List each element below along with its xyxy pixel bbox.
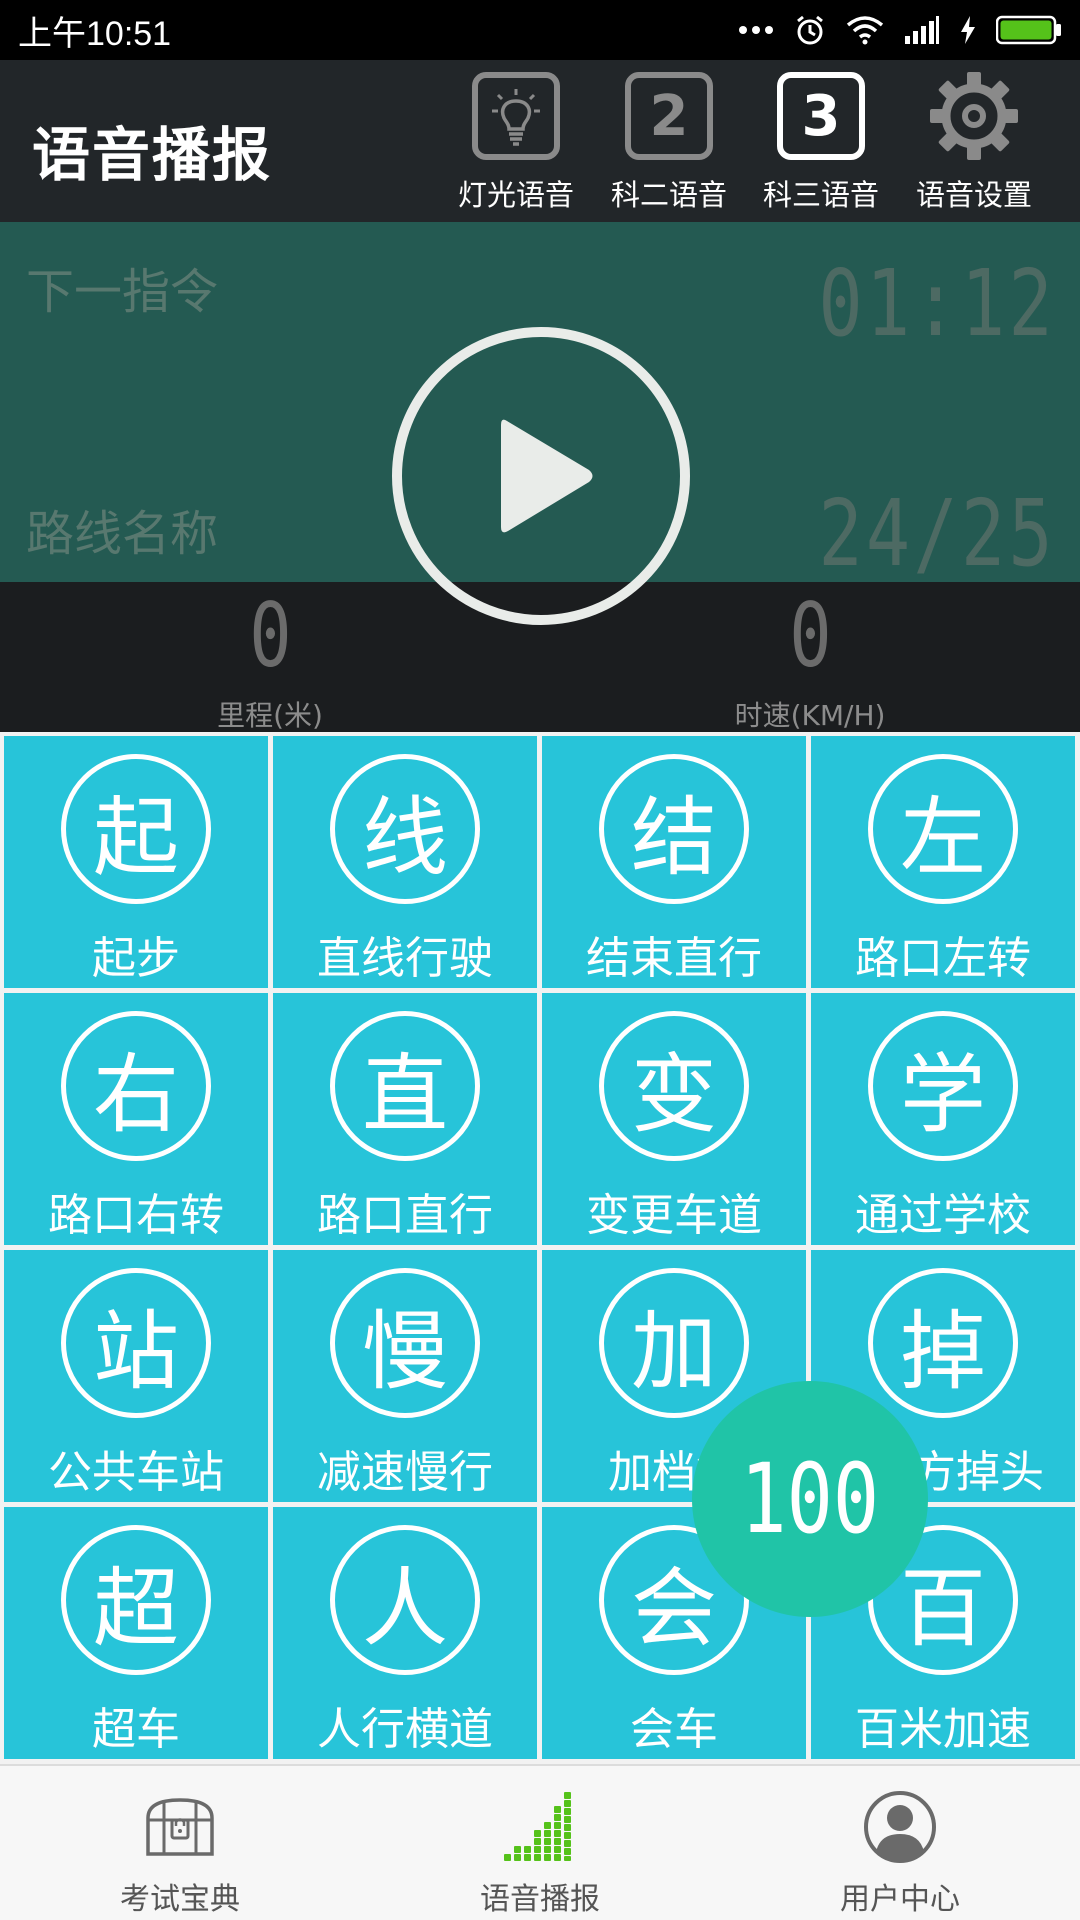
tab-voice-settings[interactable]: 语音设置 [904,70,1044,215]
route-name-label: 路线名称 [26,506,219,562]
tile-glyph: 左 [868,754,1018,904]
tile-glyph: 起 [61,754,211,904]
app-header: 语音播报 灯光语音 2 科二语音 3 科三语音 语音设置 [0,60,1080,222]
tile-glyph: 线 [330,754,480,904]
command-tile-slow-down[interactable]: 慢减速慢行 [273,1250,537,1502]
treasure-chest-icon [140,1790,220,1864]
tile-glyph: 直 [330,1011,480,1161]
tile-label: 结束直行 [586,933,762,984]
number-three-icon: 3 [775,70,867,162]
tab-label: 科三语音 [762,178,879,212]
nav-item-exam-guide[interactable]: 考试宝典 [0,1766,360,1920]
tile-glyph: 结 [599,754,749,904]
tile-label: 会车 [630,1704,718,1755]
command-tile-crosswalk[interactable]: 人人行横道 [273,1507,537,1759]
floating-speed-button[interactable]: 100 [692,1381,928,1617]
play-button[interactable] [392,327,690,625]
bottom-nav: 考试宝典 语音播报 用户中心 [0,1764,1080,1920]
command-tile-start[interactable]: 起起步 [4,736,268,988]
speed-label: 时速(KM/H) [734,699,886,732]
tile-glyph: 学 [868,1011,1018,1161]
tab-label: 灯光语音 [457,178,574,212]
command-tile-overtake[interactable]: 超超车 [4,1507,268,1759]
play-icon [501,419,593,533]
tile-label: 人行横道 [317,1704,493,1755]
tile-label: 通过学校 [855,1190,1031,1241]
tile-label: 减速慢行 [317,1447,493,1498]
tile-label: 公共车站 [48,1447,224,1498]
tile-glyph: 掉 [868,1268,1018,1418]
signal-bars-icon [500,1790,580,1864]
command-tile-straight[interactable]: 线直线行驶 [273,736,537,988]
floating-speed-value: 100 [740,1443,880,1555]
tile-label: 方掉头 [912,1447,1044,1498]
status-icons [738,14,1062,46]
page-title: 语音播报 [32,121,273,189]
command-tile-change-lane[interactable]: 变变更车道 [542,993,806,1245]
battery-icon [996,15,1061,45]
charging-icon [961,16,975,44]
alarm-icon [797,15,823,45]
speed-value: 0 [788,584,832,687]
nav-item-voice-broadcast[interactable]: 语音播报 [360,1766,720,1920]
voice-command-grid: 起起步 线直线行驶 结结束直行 左路口左转 右路口右转 直路口直行 变变更车道 … [0,732,1080,1764]
number-two-icon: 2 [623,70,715,162]
gear-icon [928,70,1020,162]
nav-item-user-center[interactable]: 用户中心 [720,1766,1080,1920]
tile-label: 变更车道 [586,1190,762,1241]
status-time: 上午10:51 [18,14,172,53]
distance-readout: 0 里程(米) [120,582,420,733]
distance-value: 0 [248,584,292,687]
nav-label: 语音播报 [480,1882,600,1917]
tile-glyph: 人 [330,1525,480,1675]
tab-subject-three-voice[interactable]: 3 科三语音 [751,70,891,215]
tile-glyph: 站 [61,1268,211,1418]
cell-signal-icon [905,16,939,44]
more-dots-icon [739,26,773,34]
tab-subject-two-voice[interactable]: 2 科二语音 [599,70,739,215]
light-bulb-icon [470,70,562,162]
tile-glyph: 慢 [330,1268,480,1418]
route-progress: 24/25 [818,480,1056,587]
tile-label: 路口直行 [317,1190,493,1241]
tile-glyph: 加 [599,1268,749,1418]
elapsed-time: 01:12 [818,250,1056,357]
tile-glyph: 超 [61,1525,211,1675]
command-tile-right-turn[interactable]: 右路口右转 [4,993,268,1245]
wifi-icon [846,16,884,45]
tile-label: 路口左转 [855,933,1031,984]
tile-label: 超车 [92,1704,180,1755]
command-tile-left-turn[interactable]: 左路口左转 [811,736,1075,988]
nav-label: 用户中心 [840,1882,960,1917]
nav-label: 考试宝典 [120,1882,240,1917]
command-tile-go-straight[interactable]: 直路口直行 [273,993,537,1245]
tab-label: 语音设置 [915,178,1032,212]
tile-label: 百米加速 [855,1704,1031,1755]
distance-label: 里程(米) [217,699,323,732]
tile-label: 路口右转 [48,1190,224,1241]
next-command-label: 下一指令 [26,264,219,320]
tab-label: 科二语音 [610,178,727,212]
tile-label: 直线行驶 [317,933,493,984]
command-tile-end-straight[interactable]: 结结束直行 [542,736,806,988]
user-avatar-icon [860,1790,940,1864]
status-bar: 上午10:51 [0,0,1080,60]
command-tile-bus-stop[interactable]: 站公共车站 [4,1250,268,1502]
command-tile-school[interactable]: 学通过学校 [811,993,1075,1245]
speed-readout: 0 时速(KM/H) [660,582,960,733]
tile-glyph: 变 [599,1011,749,1161]
tile-glyph: 右 [61,1011,211,1161]
tab-light-voice[interactable]: 灯光语音 [446,70,586,215]
tile-label: 起步 [92,933,180,984]
